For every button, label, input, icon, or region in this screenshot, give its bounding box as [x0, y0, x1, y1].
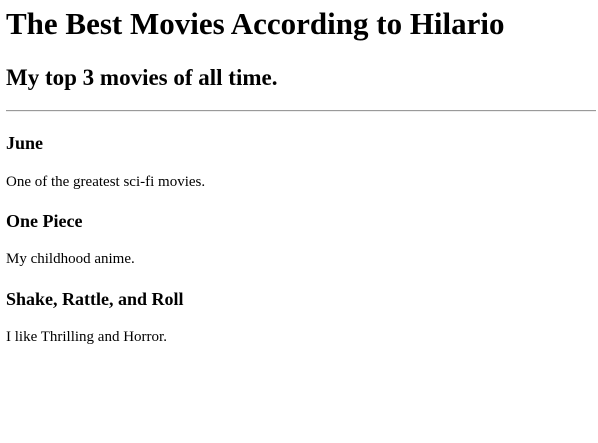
movie-description: I like Thrilling and Horror. — [6, 329, 167, 345]
movie-description: My childhood anime. — [6, 251, 135, 267]
page-body: The Best Movies According to Hilario My … — [0, 0, 598, 443]
movie-title: June — [6, 133, 44, 153]
movie-description: One of the greatest sci-fi movies. — [6, 174, 206, 190]
page-subtitle: My top 3 movies of all time. — [6, 65, 278, 90]
movie-title: Shake, Rattle, and Roll — [6, 289, 184, 309]
section-divider — [6, 110, 596, 112]
movie-title: One Piece — [6, 211, 83, 231]
page-title: The Best Movies According to Hilario — [6, 6, 505, 41]
